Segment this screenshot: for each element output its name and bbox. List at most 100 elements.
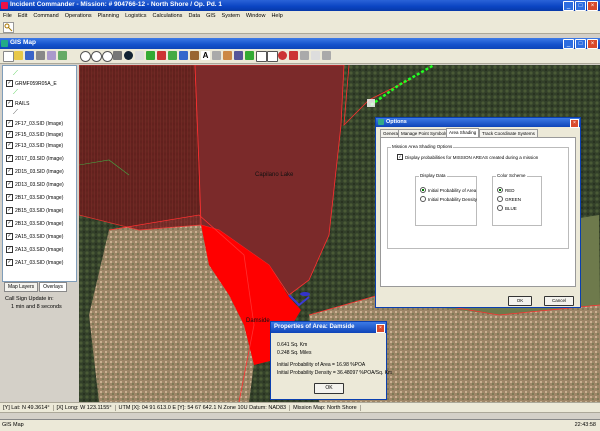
key-icon[interactable] xyxy=(3,22,14,33)
layer-label: 2A15_03.SID (Image) xyxy=(15,233,64,240)
print-icon[interactable] xyxy=(36,51,45,60)
close-button[interactable]: × xyxy=(587,1,598,11)
radio-button[interactable] xyxy=(420,187,426,193)
radio-button[interactable] xyxy=(497,187,503,193)
layer-checkbox[interactable]: ✓ xyxy=(6,155,13,162)
layer-checkbox[interactable]: ✓ xyxy=(6,259,13,266)
layer-item[interactable]: ✓ 2B13_03.SID (Image) xyxy=(6,220,63,227)
menu-data[interactable]: Data xyxy=(185,13,203,19)
tab-map-layers[interactable]: Map Layers xyxy=(4,282,39,292)
layer-label: 2B15_03.SID (Image) xyxy=(15,207,64,214)
menu-window[interactable]: Window xyxy=(243,13,269,19)
layer-checkbox[interactable]: ✓ xyxy=(6,181,13,188)
marker-icon[interactable] xyxy=(146,51,155,60)
layer-checkbox[interactable]: ✓ xyxy=(6,194,13,201)
layer-item[interactable]: ✓ RAILS xyxy=(6,100,29,107)
layer-checkbox[interactable]: ✓ xyxy=(6,168,13,175)
draw-icon[interactable] xyxy=(322,51,331,60)
gis-close-button[interactable]: × xyxy=(587,39,598,49)
layer-icon[interactable] xyxy=(47,51,56,60)
save-icon[interactable] xyxy=(25,51,34,60)
options-cancel-button[interactable]: Cancel xyxy=(544,296,574,306)
zoom-extent-icon[interactable] xyxy=(102,51,113,62)
layer-checkbox[interactable]: ✓ xyxy=(6,207,13,214)
zoom-out-icon[interactable] xyxy=(91,51,102,62)
layer-item[interactable]: ✓ 2D17_03.SID (Image) xyxy=(6,155,64,162)
layer-item[interactable]: ✓ 2A15_03.SID (Image) xyxy=(6,233,63,240)
ruler-icon[interactable] xyxy=(179,51,188,60)
open-folder-icon[interactable] xyxy=(14,51,23,60)
layer-checkbox[interactable]: ✓ xyxy=(6,131,13,138)
options-ok-button[interactable]: OK xyxy=(508,296,532,306)
menu-edit[interactable]: Edit xyxy=(15,13,30,19)
layer-item[interactable]: ✓ 2F15_03.SID (Image) xyxy=(6,131,63,138)
layer-checkbox[interactable]: ✓ xyxy=(6,220,13,227)
taskbar-gis-map[interactable]: GIS Map xyxy=(2,422,24,428)
radio-button[interactable] xyxy=(420,196,426,202)
settings-icon[interactable] xyxy=(300,51,309,60)
new-icon[interactable] xyxy=(3,51,14,62)
layer-label: 2F13_03.SID (Image) xyxy=(15,142,64,149)
gis-minimize-button[interactable]: _ xyxy=(563,39,574,49)
table-icon[interactable] xyxy=(256,51,267,62)
minimize-button[interactable]: _ xyxy=(563,1,574,11)
radio-initial-poa[interactable]: Initial Probability of Area xyxy=(420,187,476,193)
flag-icon[interactable] xyxy=(157,51,166,60)
area-icon[interactable] xyxy=(190,51,199,60)
layer-item[interactable]: ✓ GRMF059R05A_E xyxy=(6,80,57,87)
layer-item[interactable]: ✓ 2F17_03.SID (Image) xyxy=(6,120,63,127)
terrain-icon[interactable] xyxy=(245,51,254,60)
pan-icon[interactable] xyxy=(113,51,122,60)
tab-overlays[interactable]: Overlays xyxy=(39,282,67,292)
radio-button[interactable] xyxy=(497,196,503,202)
grid-icon[interactable] xyxy=(212,51,221,60)
record-icon[interactable] xyxy=(278,51,287,60)
properties-ok-button[interactable]: OK xyxy=(314,383,344,394)
zoom-in-icon[interactable] xyxy=(80,51,91,62)
menu-planning[interactable]: Planning xyxy=(95,13,122,19)
map-icon[interactable] xyxy=(58,51,67,60)
layer-checkbox[interactable]: ✓ xyxy=(6,120,13,127)
menu-operations[interactable]: Operations xyxy=(62,13,95,19)
layer-checkbox[interactable]: ✓ xyxy=(6,246,13,253)
gis-maximize-button[interactable]: □ xyxy=(575,39,586,49)
radio-green[interactable]: GREEN xyxy=(497,196,521,202)
display-probabilities-checkbox[interactable]: ✓ xyxy=(397,154,403,160)
menu-command[interactable]: Command xyxy=(30,13,61,19)
menu-file[interactable]: File xyxy=(0,13,15,19)
layer-checkbox[interactable]: ✓ xyxy=(6,142,13,149)
layer-item[interactable]: ✓ 2A17_03.SID (Image) xyxy=(6,259,63,266)
layer-item[interactable]: ✓ 2D15_03.SID (Image) xyxy=(6,168,64,175)
layer-item[interactable]: ✓ 2D13_03.SID (Image) xyxy=(6,181,64,188)
layer-item[interactable]: ✓ 2F13_03.SID (Image) xyxy=(6,142,63,149)
menu-logistics[interactable]: Logistics xyxy=(122,13,149,19)
track-icon[interactable] xyxy=(168,51,177,60)
text-tool-icon[interactable]: A xyxy=(201,51,210,60)
radio-initial-pod[interactable]: Initial Probability Density xyxy=(420,196,477,202)
display-probabilities-option[interactable]: ✓ Display probabilities for MISSION AREA… xyxy=(397,154,538,160)
radio-red[interactable]: RED xyxy=(497,187,515,193)
radio-blue[interactable]: BLUE xyxy=(497,205,517,211)
info-icon[interactable] xyxy=(124,51,133,60)
properties-close-button[interactable]: × xyxy=(376,324,385,333)
options-titlebar: Options × xyxy=(376,118,580,128)
menu-gis[interactable]: GIS xyxy=(203,13,218,19)
maximize-button[interactable]: □ xyxy=(575,1,586,11)
radio-button[interactable] xyxy=(497,205,503,211)
layer-item[interactable]: ✓ 2A13_03.SID (Image) xyxy=(6,246,63,253)
select-arrow-icon[interactable] xyxy=(135,51,144,60)
layer-item[interactable]: ✓ 2B17_03.SID (Image) xyxy=(6,194,63,201)
options-close-button[interactable]: × xyxy=(570,119,579,128)
layer-item[interactable]: ✓ 2B15_03.SID (Image) xyxy=(6,207,63,214)
building-icon[interactable] xyxy=(234,51,243,60)
menu-system[interactable]: System xyxy=(219,13,243,19)
measure-icon[interactable] xyxy=(311,51,320,60)
symbol-icon[interactable] xyxy=(223,51,232,60)
layer-checkbox[interactable]: ✓ xyxy=(6,80,13,87)
stop-icon[interactable] xyxy=(289,51,298,60)
layer-checkbox[interactable]: ✓ xyxy=(6,100,13,107)
menu-calculations[interactable]: Calculations xyxy=(149,13,185,19)
layer-checkbox[interactable]: ✓ xyxy=(6,233,13,240)
report-icon[interactable] xyxy=(267,51,278,62)
menu-help[interactable]: Help xyxy=(268,13,285,19)
